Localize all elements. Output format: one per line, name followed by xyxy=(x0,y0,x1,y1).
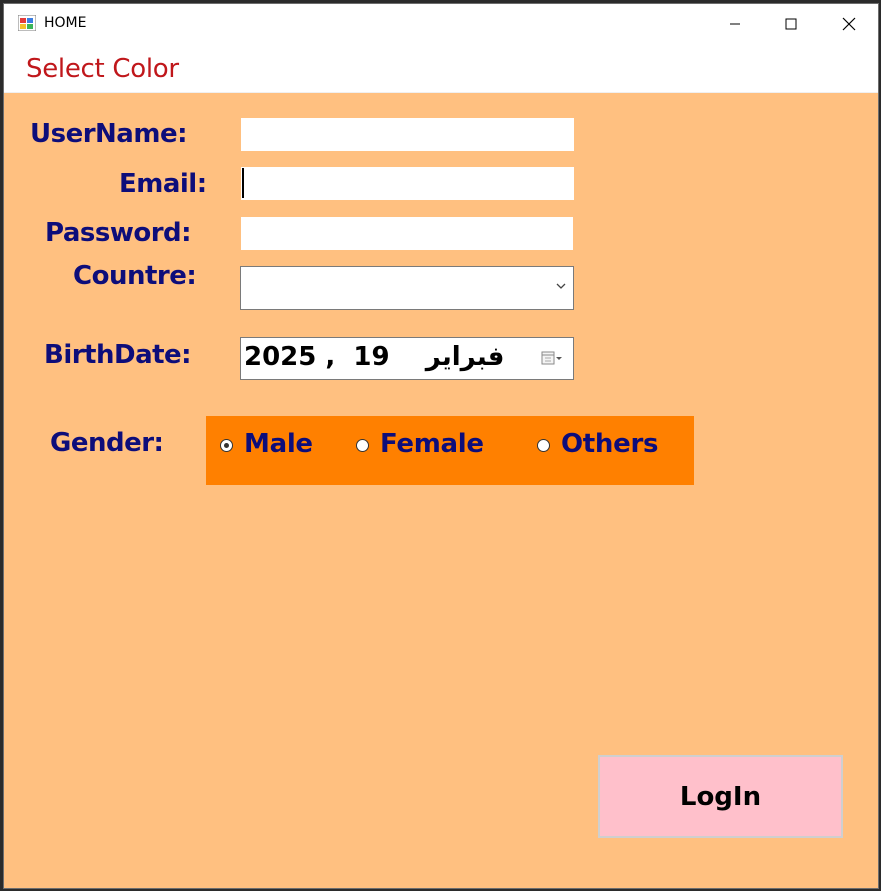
birthdate-label: BirthDate: xyxy=(44,340,192,370)
maximize-button[interactable] xyxy=(762,4,820,44)
minimize-icon xyxy=(730,23,740,25)
close-icon xyxy=(842,17,856,31)
country-combobox[interactable] xyxy=(240,266,574,310)
home-window: HOME Select Color UserName: Email: Passw… xyxy=(3,3,879,889)
app-icon xyxy=(18,15,36,31)
menu-bar: Select Color xyxy=(4,44,878,93)
gender-group-panel: Male Female Others xyxy=(206,416,694,485)
radio-female[interactable] xyxy=(356,439,369,452)
radio-label-male[interactable]: Male xyxy=(244,429,313,459)
birthdate-value: 2025 , فبراير 19 xyxy=(244,342,505,372)
username-label: UserName: xyxy=(30,119,187,149)
menu-item-select-color[interactable]: Select Color xyxy=(26,54,179,84)
window-title: HOME xyxy=(44,15,87,31)
password-input[interactable] xyxy=(241,217,573,250)
email-input[interactable] xyxy=(241,167,574,200)
radio-others[interactable] xyxy=(537,439,550,452)
gender-label: Gender: xyxy=(50,428,164,458)
maximize-icon xyxy=(785,18,797,30)
radio-label-others[interactable]: Others xyxy=(561,429,658,459)
country-label: Countre: xyxy=(73,261,197,291)
radio-male[interactable] xyxy=(220,439,233,452)
username-input[interactable] xyxy=(241,118,574,151)
calendar-dropdown-icon[interactable] xyxy=(541,349,565,367)
birthdate-picker[interactable]: 2025 , فبراير 19 xyxy=(240,337,574,380)
title-bar[interactable]: HOME xyxy=(4,4,878,44)
text-caret xyxy=(242,168,244,198)
close-button[interactable] xyxy=(820,4,878,44)
minimize-button[interactable] xyxy=(706,4,764,44)
chevron-down-icon xyxy=(556,283,566,289)
radio-label-female[interactable]: Female xyxy=(380,429,484,459)
password-label: Password: xyxy=(45,218,192,248)
login-button[interactable]: LogIn xyxy=(598,755,843,838)
email-label: Email: xyxy=(119,169,207,199)
